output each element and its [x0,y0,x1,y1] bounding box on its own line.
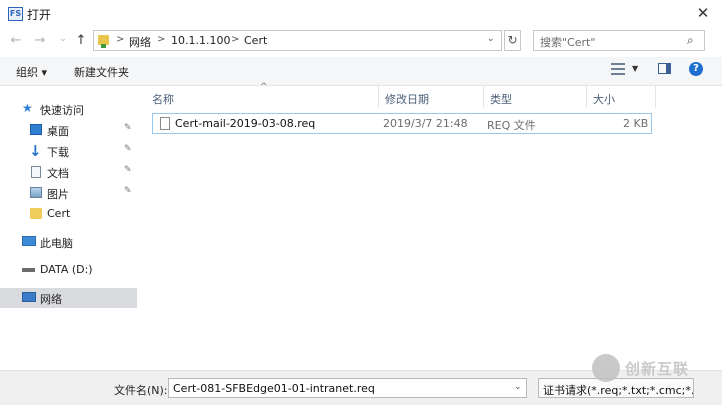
file-type: REQ 文件 [487,119,536,132]
file-size: 2 KB [623,117,649,130]
close-button[interactable]: ✕ [690,3,716,23]
column-header-size[interactable]: 大小 [587,86,655,108]
watermark-logo-icon [592,354,620,382]
download-icon: ↓ [29,142,42,160]
search-icon[interactable]: ⌕ [687,33,694,48]
refresh-button[interactable]: ↻ [504,30,521,51]
chevron-down-icon[interactable]: ⌄ [487,34,495,44]
search-input[interactable]: 搜索"Cert" [540,34,595,50]
table-row[interactable]: Cert-mail-2019-03-08.req 2019/3/7 21:48 … [152,113,652,134]
breadcrumb-separator: > [116,34,125,45]
nav-item-cert[interactable]: Cert [0,204,137,224]
network-folder-icon [98,35,109,48]
file-modified: 2019/3/7 21:48 [383,117,468,130]
nav-item-label: Cert [47,207,71,220]
search-box[interactable]: 搜索"Cert" ⌕ [533,30,705,51]
desktop-icon [30,124,42,135]
help-icon[interactable]: ? [689,62,703,76]
chevron-down-icon[interactable]: ⌄ [514,382,522,392]
sort-arrow-icon: ^ [260,82,268,92]
pin-icon: ✎ [124,186,132,196]
column-header-modified[interactable]: 修改日期 [379,86,483,108]
organize-button[interactable]: 组织 ▾ [16,64,47,80]
forward-button[interactable]: → [32,33,48,49]
star-icon: ★ [22,101,33,115]
nav-item-quick-access[interactable]: ★ 快速访问 [0,99,137,119]
navigation-pane: ★ 快速访问 桌面 ✎ ↓ 下载 ✎ 文档 ✎ 图片 ✎ Cert 此电脑 DA… [0,86,137,370]
nav-item-label: 快速访问 [40,104,84,117]
pin-icon: ✎ [124,123,132,133]
nav-item-documents[interactable]: 文档 ✎ [0,162,137,182]
watermark: 创新互联 [592,352,714,386]
computer-icon [22,236,36,246]
chevron-down-icon[interactable]: ▼ [632,64,638,73]
view-options-icon[interactable] [611,63,625,75]
nav-item-data-drive[interactable]: DATA (D:) [0,260,137,280]
file-icon [160,117,170,130]
window-title: 打开 [27,8,52,22]
breadcrumb-separator: > [157,34,166,45]
document-icon [31,166,41,178]
nav-item-label: 图片 [47,188,69,201]
breadcrumb-separator: > [231,34,240,45]
app-icon: FS [8,7,23,21]
new-folder-button[interactable]: 新建文件夹 [74,64,129,80]
picture-icon [30,187,42,198]
file-list: 名称 ^ 修改日期 类型 大小 Cert-mail-2019-03-08.req… [142,82,722,370]
title-bar: FS 打开 ✕ [0,0,722,27]
breadcrumb-cert[interactable]: Cert [244,34,267,47]
nav-item-label: 桌面 [47,125,69,138]
preview-pane-icon[interactable] [658,63,671,74]
nav-item-desktop[interactable]: 桌面 ✎ [0,120,137,140]
nav-item-label: 网络 [40,293,62,306]
back-button[interactable]: ← [8,33,24,49]
nav-item-label: 下载 [47,146,69,159]
pin-icon: ✎ [124,165,132,175]
file-name: Cert-mail-2019-03-08.req [175,117,316,130]
recent-locations-button[interactable]: ⌄ [55,31,71,47]
filename-input[interactable]: Cert-081-SFBEdge01-01-intranet.req ⌄ [168,378,527,398]
nav-item-pictures[interactable]: 图片 ✎ [0,183,137,203]
up-button[interactable]: ↑ [73,33,89,49]
folder-icon [30,208,42,219]
pin-icon: ✎ [124,144,132,154]
column-header-type[interactable]: 类型 [484,86,586,108]
toolbar: 组织 ▾ 新建文件夹 ▼ ? [0,57,722,86]
address-bar[interactable]: > 网络 > 10.1.1.100 > Cert ⌄ [93,30,502,51]
nav-item-label: 此电脑 [40,237,73,250]
breadcrumb-host[interactable]: 10.1.1.100 [171,34,230,47]
breadcrumb-network[interactable]: 网络 [129,34,151,50]
drive-icon [22,268,35,272]
nav-item-network[interactable]: 网络 [0,288,137,308]
nav-item-this-pc[interactable]: 此电脑 [0,232,137,252]
network-icon [22,292,36,302]
filename-label: 文件名(N): [114,384,168,397]
nav-item-downloads[interactable]: ↓ 下载 ✎ [0,141,137,161]
filename-value: Cert-081-SFBEdge01-01-intranet.req [173,382,375,395]
nav-item-label: 文档 [47,167,69,180]
watermark-text: 创新互联 [625,360,690,378]
column-divider[interactable] [655,86,656,108]
nav-item-label: DATA (D:) [40,263,93,276]
